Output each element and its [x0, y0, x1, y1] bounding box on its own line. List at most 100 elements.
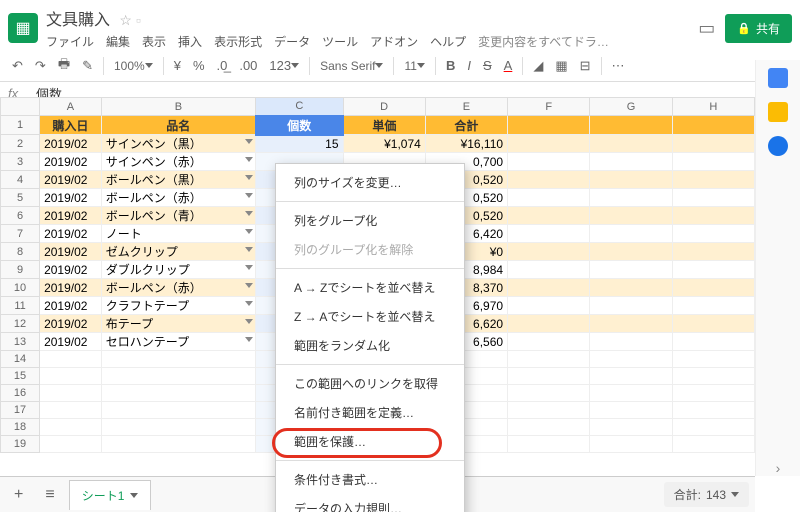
format-more[interactable]: 123 [265, 56, 303, 75]
italic-icon[interactable]: I [463, 56, 475, 75]
cell[interactable] [590, 436, 672, 453]
doc-title[interactable]: 文具購入 [46, 12, 110, 29]
cell[interactable] [672, 402, 754, 419]
cell[interactable] [672, 351, 754, 368]
bold-icon[interactable]: B [442, 56, 459, 75]
cell[interactable] [508, 135, 590, 153]
star-icon[interactable]: ☆ [119, 12, 132, 28]
header-cell[interactable]: 個数 [256, 116, 343, 135]
cell[interactable]: ボールペン（黒） [101, 171, 255, 189]
zoom-select[interactable]: 100% [110, 57, 157, 75]
row-header[interactable]: 19 [1, 436, 40, 453]
cell[interactable]: 2019/02 [40, 207, 102, 225]
dropdown-icon[interactable] [245, 211, 253, 216]
dropdown-icon[interactable] [245, 319, 253, 324]
cell[interactable]: ダブルクリップ [101, 261, 255, 279]
dropdown-icon[interactable] [245, 247, 253, 252]
cell[interactable] [672, 135, 754, 153]
row-header[interactable]: 5 [1, 189, 40, 207]
cell[interactable]: ノート [101, 225, 255, 243]
cell[interactable]: サインペン（赤） [101, 153, 255, 171]
currency-icon[interactable]: ¥ [170, 56, 185, 75]
merge-icon[interactable]: ⊟ [576, 56, 595, 76]
dropdown-icon[interactable] [245, 301, 253, 306]
cell[interactable] [40, 385, 102, 402]
font-select[interactable]: Sans Serif [316, 57, 387, 75]
dropdown-icon[interactable] [245, 229, 253, 234]
dec-decrease-icon[interactable]: .0̲ [213, 56, 232, 75]
row-header[interactable]: 6 [1, 207, 40, 225]
cell[interactable]: 2019/02 [40, 171, 102, 189]
cell[interactable] [101, 436, 255, 453]
header-cell[interactable] [672, 116, 754, 135]
cell[interactable] [590, 351, 672, 368]
header-cell[interactable]: 単価 [343, 116, 425, 135]
header-cell[interactable]: 品名 [101, 116, 255, 135]
cell[interactable] [508, 297, 590, 315]
sheet-tab[interactable]: シート1 [69, 480, 152, 510]
cell[interactable] [508, 225, 590, 243]
menu-data[interactable]: データ [274, 33, 310, 50]
more-icon[interactable]: ⋯ [608, 56, 629, 76]
row-header[interactable]: 14 [1, 351, 40, 368]
select-all-corner[interactable] [1, 98, 40, 116]
row-header[interactable]: 2 [1, 135, 40, 153]
header-cell[interactable]: 合計 [425, 116, 507, 135]
row-header[interactable]: 7 [1, 225, 40, 243]
cell[interactable] [508, 419, 590, 436]
cell[interactable] [40, 368, 102, 385]
cell[interactable] [590, 333, 672, 351]
context-menu-item[interactable]: この範囲へのリンクを取得 [276, 369, 464, 398]
strike-icon[interactable]: S [479, 56, 496, 75]
cell[interactable] [590, 135, 672, 153]
cell[interactable] [508, 189, 590, 207]
cell[interactable] [40, 419, 102, 436]
cell[interactable]: ボールペン（青） [101, 207, 255, 225]
cell[interactable]: クラフトテープ [101, 297, 255, 315]
col-header-G[interactable]: G [590, 98, 672, 116]
dropdown-icon[interactable] [245, 139, 253, 144]
cell[interactable] [590, 385, 672, 402]
dropdown-icon[interactable] [245, 193, 253, 198]
cell[interactable] [590, 171, 672, 189]
row-header[interactable]: 16 [1, 385, 40, 402]
fill-color-icon[interactable]: ◢ [529, 56, 547, 76]
cell[interactable] [672, 207, 754, 225]
undo-icon[interactable]: ↶ [8, 56, 27, 76]
cell[interactable] [101, 368, 255, 385]
changes-hint[interactable]: 変更内容をすべてドラ… [478, 33, 609, 50]
cell[interactable]: 布テープ [101, 315, 255, 333]
cell[interactable]: 2019/02 [40, 135, 102, 153]
cell[interactable] [101, 402, 255, 419]
cell[interactable] [590, 297, 672, 315]
cell[interactable]: 2019/02 [40, 243, 102, 261]
menu-help[interactable]: ヘルプ [430, 33, 466, 50]
menu-view[interactable]: 表示 [142, 33, 166, 50]
paint-icon[interactable]: ✎ [78, 56, 97, 76]
cell[interactable]: 2019/02 [40, 189, 102, 207]
percent-icon[interactable]: % [189, 56, 209, 75]
cell[interactable] [590, 153, 672, 171]
cell[interactable] [40, 402, 102, 419]
cell[interactable]: 2019/02 [40, 225, 102, 243]
menu-addons[interactable]: アドオン [370, 33, 418, 50]
context-menu-item[interactable]: データの入力規則… [276, 494, 464, 512]
row-header[interactable]: 3 [1, 153, 40, 171]
row-header[interactable]: 12 [1, 315, 40, 333]
col-header-E[interactable]: E [425, 98, 507, 116]
cell[interactable] [590, 315, 672, 333]
cell[interactable]: サインペン（黒） [101, 135, 255, 153]
cell[interactable] [508, 333, 590, 351]
menu-file[interactable]: ファイル [46, 33, 94, 50]
share-button[interactable]: 共有 [725, 14, 792, 43]
cell[interactable]: 15 [256, 135, 343, 153]
cell[interactable]: ゼムクリップ [101, 243, 255, 261]
cell[interactable] [590, 207, 672, 225]
header-cell[interactable] [508, 116, 590, 135]
cell[interactable] [672, 385, 754, 402]
tasks-icon[interactable] [768, 136, 788, 156]
row-header[interactable]: 4 [1, 171, 40, 189]
cell[interactable] [508, 385, 590, 402]
cell[interactable] [508, 207, 590, 225]
context-menu-item[interactable]: 列をグループ化 [276, 206, 464, 235]
